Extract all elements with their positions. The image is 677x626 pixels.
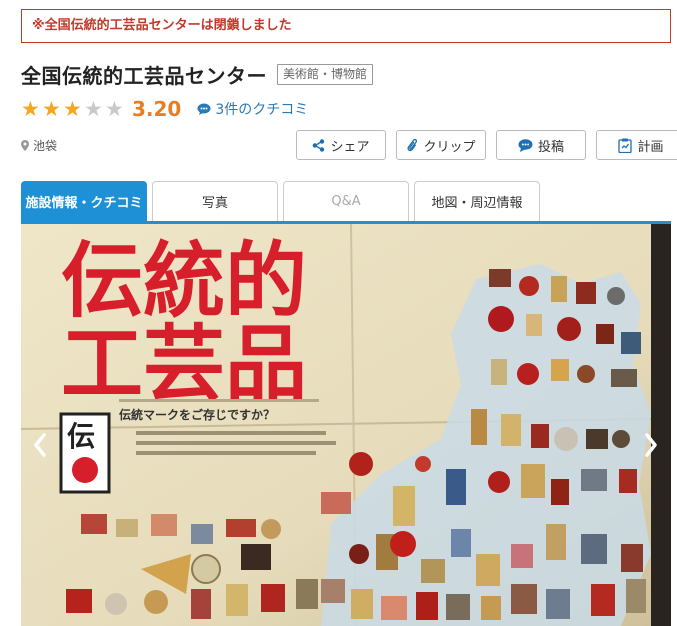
plan-clipboard-icon [618,138,633,153]
location[interactable]: 池袋 [21,137,57,154]
tab-map[interactable]: 地図・周辺情報 [414,181,540,221]
star-empty-icon: ★ [105,97,124,121]
share-button[interactable]: シェア [296,130,386,160]
poster-image: 伝統的 工芸品 伝統マークをご存じですか？ 伝 [21,224,671,626]
location-label: 池袋 [33,139,58,153]
reviews-link-label: 3件のクチコミ [215,102,309,118]
poster-title-line2: 工芸品 [61,316,307,412]
star-filled-icon: ★ [63,97,82,121]
reviews-link[interactable]: 3件のクチコミ [197,99,308,119]
clip-button[interactable]: クリップ [396,130,486,160]
post-button[interactable]: 投稿 [496,130,586,160]
tab-bar: 施設情報・クチコミ 写真 Q&A 地図・周辺情報 [21,181,671,221]
chevron-left-icon [34,433,46,457]
poster-subtitle: 伝統マークをご存じですか？ [119,407,275,422]
rating-row: ★ ★ ★ ★ ★ 3.20 3件のクチコミ [21,97,308,121]
map-pin-icon [21,140,29,151]
post-label: 投稿 [537,138,564,154]
photo-next-button[interactable] [641,428,661,462]
paperclip-icon [407,138,418,152]
tab-qa: Q&A [283,181,409,221]
plan-button[interactable]: 計画 [596,130,677,160]
title-row: 全国伝統的工芸品センター 美術館・博物館 [21,60,374,88]
page-title: 全国伝統的工芸品センター [21,63,267,88]
category-badge[interactable]: 美術館・博物館 [277,63,374,85]
speech-bubble-icon [197,103,211,115]
poster-title-line1: 伝統的 [61,233,307,329]
plan-label: 計画 [637,138,664,154]
chevron-right-icon [645,433,657,457]
tab-photos[interactable]: 写真 [152,181,278,221]
tab-facility-info[interactable]: 施設情報・クチコミ [21,181,147,221]
photo-prev-button[interactable] [30,428,50,462]
action-buttons: シェア クリップ 投稿 計画 [296,130,677,160]
star-filled-icon: ★ [21,97,40,121]
clip-label: クリップ [423,138,476,154]
star-empty-icon: ★ [84,97,103,121]
speech-bubble-icon [518,138,533,152]
star-filled-icon: ★ [42,97,61,121]
closed-notice: ※全国伝統的工芸品センターは閉鎖しました [21,9,671,43]
main-photo[interactable]: 伝統的 工芸品 伝統マークをご存じですか？ 伝 [21,224,671,626]
tradition-mark-glyph: 伝 [67,420,95,453]
share-icon [313,138,325,152]
share-label: シェア [330,138,370,154]
star-rating: ★ ★ ★ ★ ★ [21,97,126,121]
rating-score: 3.20 [132,97,182,121]
